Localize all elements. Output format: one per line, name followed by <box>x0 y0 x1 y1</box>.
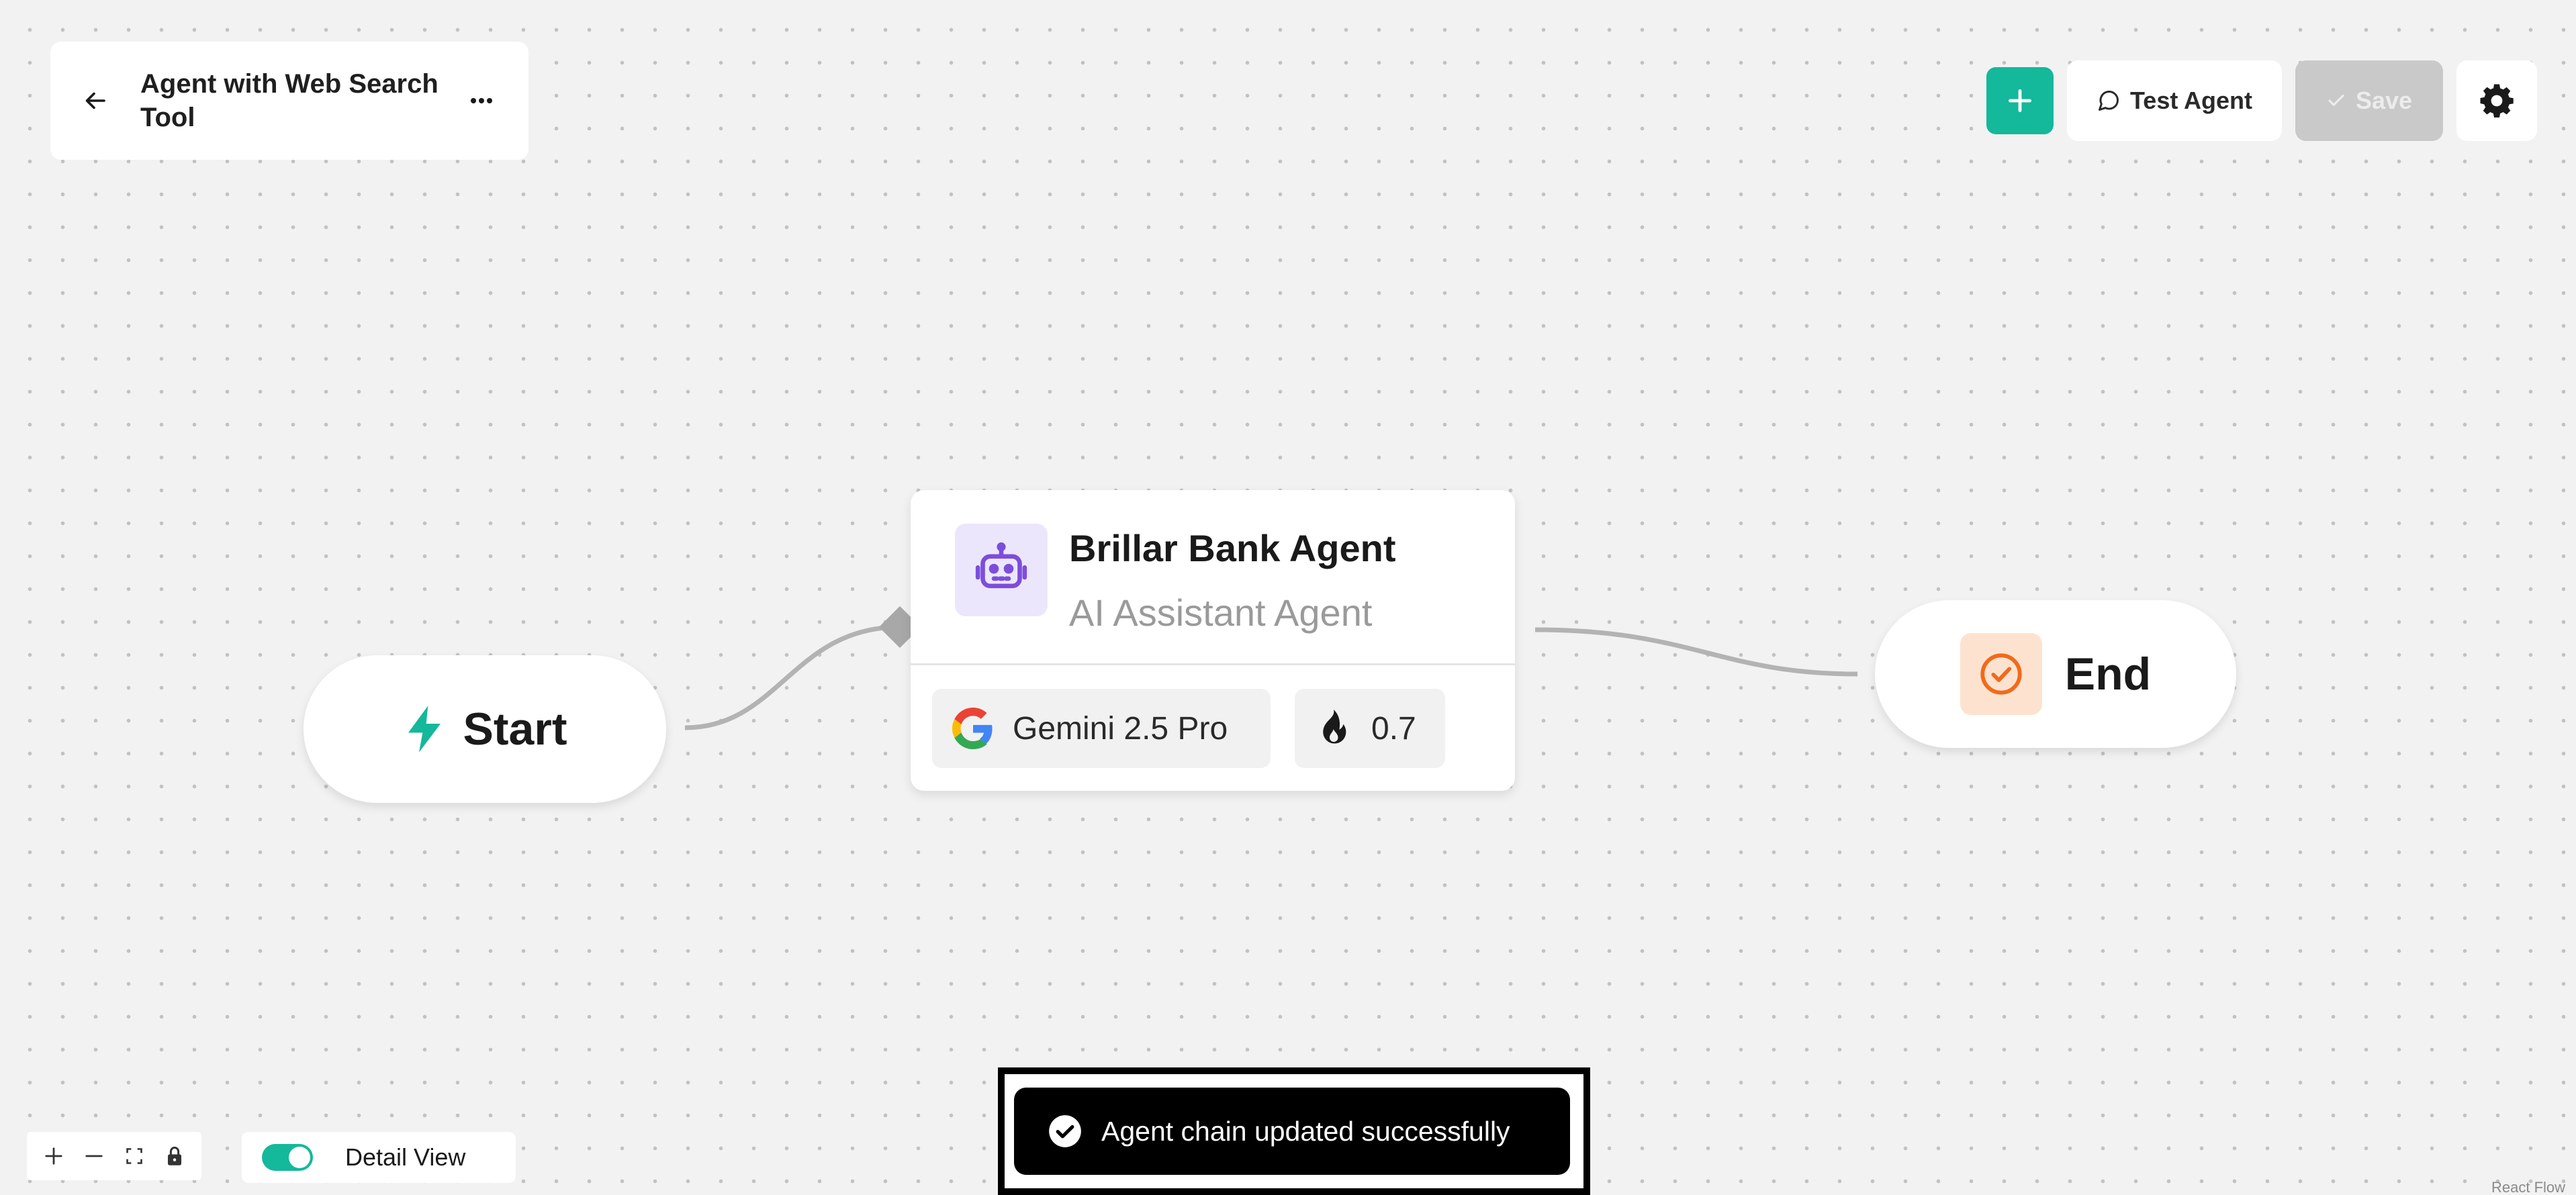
more-horizontal-icon <box>471 98 492 103</box>
plus-icon <box>45 1147 62 1165</box>
lock-canvas-button[interactable] <box>156 1138 193 1174</box>
flow-header-card: Agent with Web Search Tool <box>50 42 528 160</box>
agent-node[interactable]: Brillar Bank Agent AI Assistant Agent Ge… <box>911 490 1515 791</box>
gear-icon <box>2480 84 2514 117</box>
flow-title: Agent with Web Search Tool <box>140 69 439 132</box>
edge-start-to-agent[interactable] <box>684 624 901 730</box>
plus-icon <box>2008 89 2032 113</box>
message-circle-icon <box>2098 90 2119 111</box>
flame-icon <box>1323 710 1346 744</box>
detail-view-label: Detail View <box>345 1143 466 1171</box>
toast-message: Agent chain updated successfully <box>1101 1115 1510 1147</box>
check-circle-icon <box>1980 653 2022 695</box>
check-circle-icon <box>1049 1115 1081 1147</box>
agent-type: AI Assistant Agent <box>1069 591 1373 634</box>
agent-name: Brillar Bank Agent <box>1069 527 1396 569</box>
add-node-button[interactable] <box>1986 67 2054 134</box>
agent-node-divider <box>911 663 1515 665</box>
test-agent-label: Test Agent <box>2129 87 2252 114</box>
zoom-in-button[interactable] <box>36 1138 72 1174</box>
fit-view-icon <box>126 1148 142 1164</box>
end-node-label: End <box>2064 649 2152 700</box>
minus-icon <box>85 1155 103 1157</box>
check-icon <box>2328 94 2344 106</box>
success-toast[interactable]: Agent chain updated successfully <box>1014 1088 1570 1175</box>
start-node[interactable]: Start <box>304 655 666 803</box>
test-agent-button[interactable]: Test Agent <box>2067 60 2282 141</box>
model-chip[interactable]: Gemini 2.5 Pro <box>932 689 1271 768</box>
start-node-label: Start <box>463 704 567 755</box>
react-flow-attribution[interactable]: React Flow <box>2491 1179 2565 1195</box>
lock-icon <box>168 1147 181 1165</box>
settings-button[interactable] <box>2456 60 2537 141</box>
temperature-chip[interactable]: 0.7 <box>1295 689 1445 768</box>
save-label: Save <box>2355 87 2413 114</box>
end-node[interactable]: End <box>1875 600 2236 748</box>
lightning-icon <box>408 706 441 753</box>
edge-agent-to-end[interactable] <box>1534 627 1858 677</box>
robot-icon <box>975 542 1027 589</box>
back-button[interactable] <box>77 82 115 120</box>
canvas-controls <box>27 1132 201 1180</box>
fit-view-button[interactable] <box>116 1138 152 1174</box>
detail-view-switch[interactable] <box>262 1144 313 1171</box>
agent-avatar <box>955 524 1048 616</box>
end-icon-box <box>1960 633 2042 715</box>
save-button[interactable]: Save <box>2295 60 2443 141</box>
detail-view-toggle[interactable]: Detail View <box>242 1132 516 1183</box>
google-icon <box>952 708 993 749</box>
temperature-value: 0.7 <box>1371 710 1416 747</box>
model-name: Gemini 2.5 Pro <box>1013 710 1228 747</box>
more-options-button[interactable] <box>461 81 502 121</box>
zoom-out-button[interactable] <box>76 1138 112 1174</box>
arrow-left-icon <box>85 92 105 109</box>
